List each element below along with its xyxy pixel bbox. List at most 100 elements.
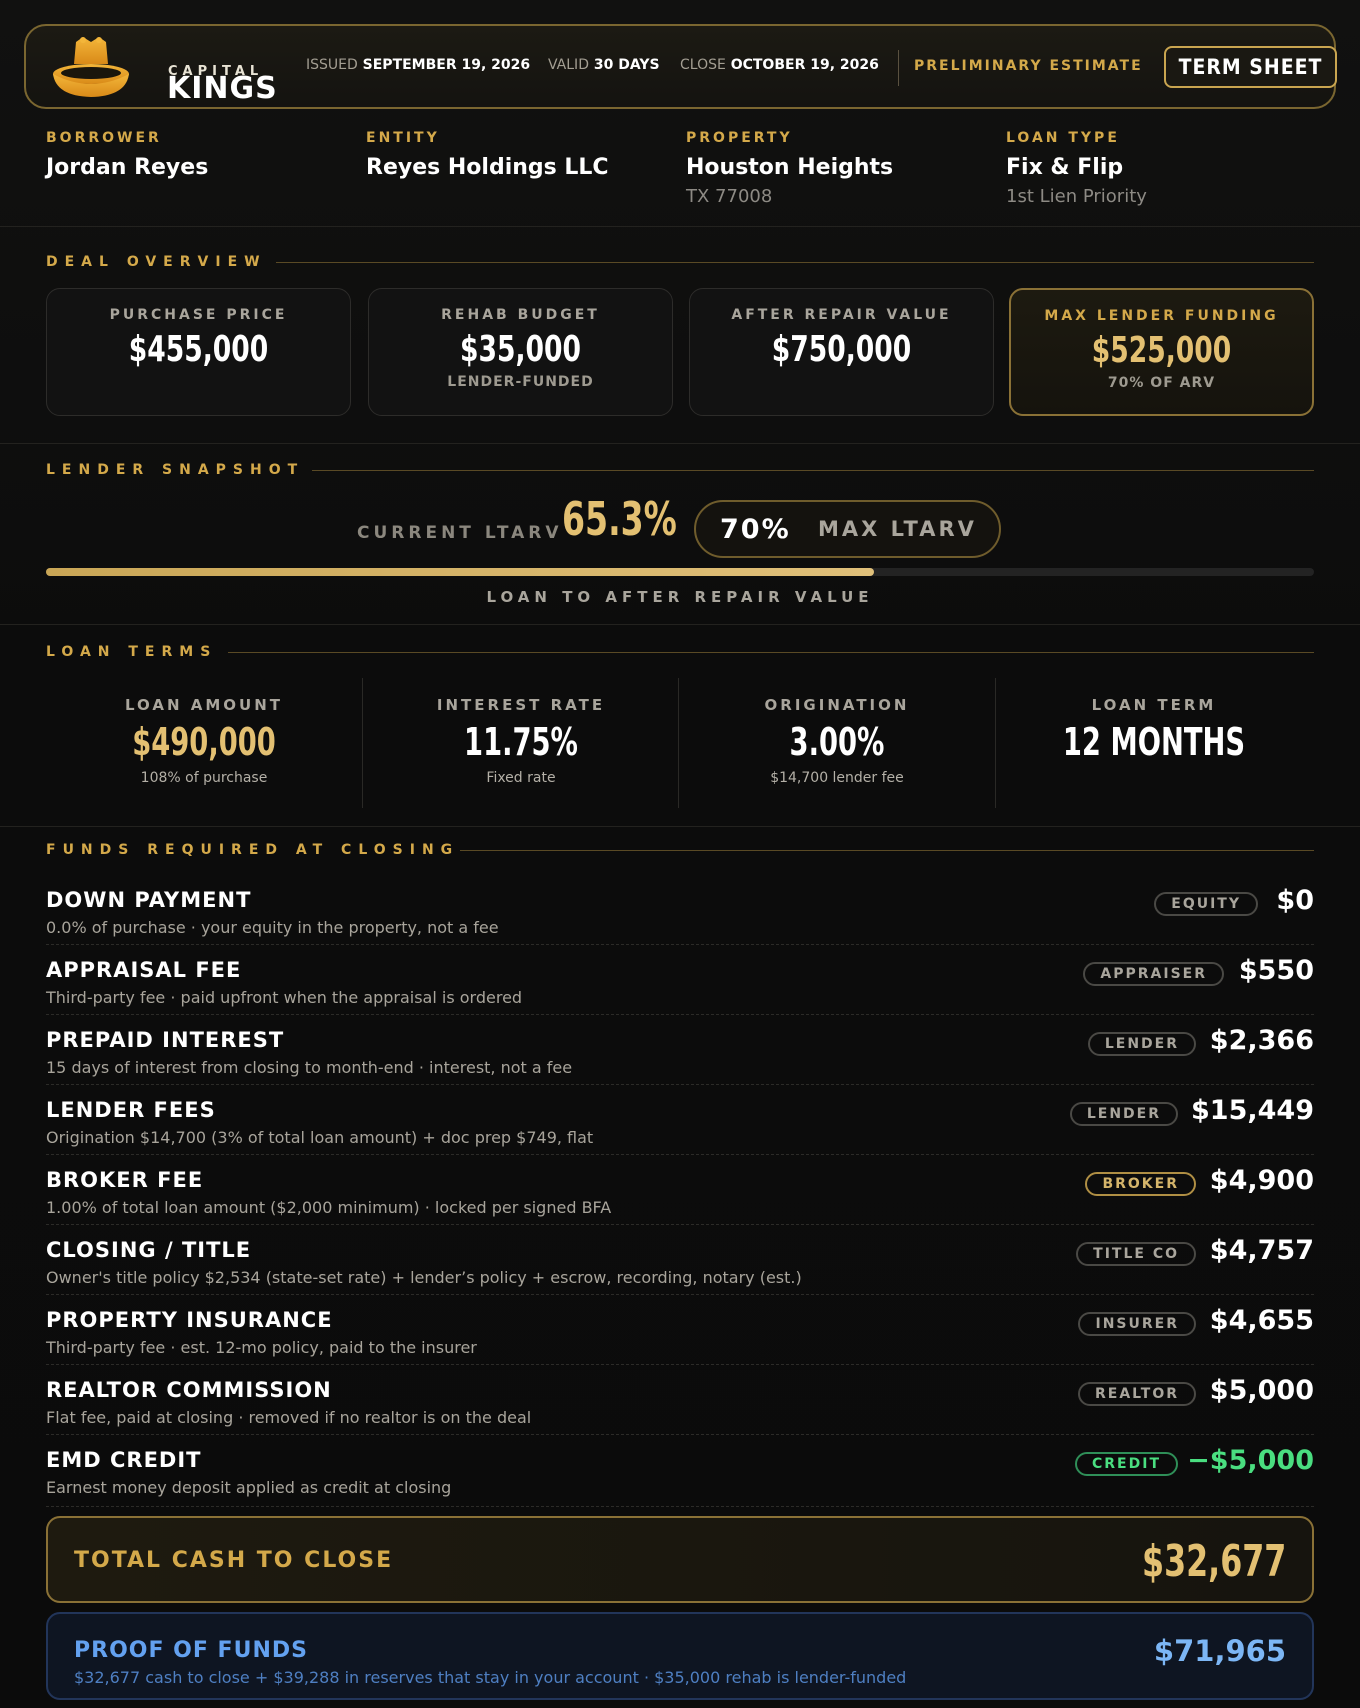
info-sub: TX 77008 — [686, 186, 773, 207]
fund-title: PREPAID INTEREST — [46, 1028, 285, 1052]
ltarv-caption: LOAN TO AFTER REPAIR VALUE — [486, 588, 874, 606]
after-repair-value-card: AFTER REPAIR VALUE $750,000 — [689, 288, 994, 416]
term-label: LOAN AMOUNT — [124, 696, 283, 714]
fund-desc: Earnest money deposit applied as credit … — [46, 1478, 452, 1497]
fund-row-emd-credit: EMD CREDIT Earnest money deposit applied… — [46, 1440, 1314, 1510]
brand-logo[interactable]: CAPITAL KINGS — [50, 36, 280, 104]
section-divider — [0, 826, 1360, 827]
loan-type-info: LOAN TYPE Fix & Flip 1st Lien Priority — [1006, 130, 1147, 207]
row-divider — [46, 1014, 1314, 1015]
info-value: Fix & Flip — [1006, 155, 1124, 180]
valid-period: VALID 30 DAYS — [548, 57, 660, 73]
section-rule — [276, 262, 1314, 263]
fund-tag: CREDIT — [1075, 1452, 1178, 1476]
section-divider — [0, 443, 1360, 444]
fund-amount: $4,900 — [1209, 1165, 1314, 1196]
fund-amount: −$5,000 — [1187, 1445, 1314, 1476]
funds-required-title: FUNDS REQUIRED AT CLOSING — [46, 842, 460, 858]
fund-title: BROKER FEE — [46, 1168, 204, 1192]
proof-of-funds: PROOF OF FUNDS $32,677 cash to close + $… — [46, 1612, 1314, 1700]
brand-name-bottom: KINGS — [167, 71, 278, 106]
row-divider — [46, 1294, 1314, 1295]
fund-row-appraisal-fee: APPRAISAL FEE Third-party fee · paid upf… — [46, 950, 1314, 1020]
close-value: OCTOBER 19, 2026 — [730, 57, 879, 73]
term-label: INTEREST RATE — [436, 696, 606, 714]
card-label: MAX LENDER FUNDING — [1044, 308, 1279, 324]
row-divider — [46, 1434, 1314, 1435]
term-value: 11.75% — [464, 720, 578, 764]
interest-rate-term: INTEREST RATE 11.75% Fixed rate — [363, 678, 679, 808]
property-info: PROPERTY Houston Heights TX 77008 — [686, 130, 893, 207]
issued-label: ISSUED — [306, 57, 358, 73]
card-value: $35,000 — [460, 329, 581, 370]
info-value: Houston Heights — [686, 155, 894, 180]
max-ltarv-value: 70% — [720, 514, 791, 545]
fund-row-down-payment: DOWN PAYMENT 0.0% of purchase · your equ… — [46, 880, 1314, 950]
info-value: Jordan Reyes — [46, 155, 209, 180]
term-sheet-button[interactable]: TERM SHEET — [1164, 46, 1337, 88]
proof-of-funds-label: PROOF OF FUNDS — [74, 1638, 308, 1663]
fund-desc: Flat fee, paid at closing · removed if n… — [46, 1408, 532, 1427]
card-label: PURCHASE PRICE — [109, 307, 288, 323]
fund-amount: $15,449 — [1191, 1095, 1314, 1126]
loan-term-term: LOAN TERM 12 MONTHS — [996, 678, 1312, 808]
ltarv-progress-fill — [46, 568, 874, 576]
purchase-price-card: PURCHASE PRICE $455,000 — [46, 288, 351, 416]
fund-row-property-insurance: PROPERTY INSURANCE Third-party fee · est… — [46, 1300, 1314, 1370]
fund-row-lender-fees: LENDER FEES Origination $14,700 (3% of t… — [46, 1090, 1314, 1160]
fund-desc: Third-party fee · paid upfront when the … — [46, 988, 523, 1007]
card-sub: LENDER-FUNDED — [447, 374, 594, 390]
fund-tag: APPRAISER — [1083, 962, 1224, 986]
info-label: ENTITY — [366, 130, 440, 146]
fund-row-broker-fee: BROKER FEE 1.00% of total loan amount ($… — [46, 1160, 1314, 1230]
fund-amount: $4,757 — [1209, 1235, 1314, 1266]
info-value: Reyes Holdings LLC — [366, 155, 609, 180]
fund-amount: $4,655 — [1209, 1305, 1314, 1336]
fund-row-closing-title: CLOSING / TITLE Owner's title policy $2,… — [46, 1230, 1314, 1300]
status-label: PRELIMINARY ESTIMATE — [914, 58, 1143, 74]
fund-title: CLOSING / TITLE — [46, 1238, 252, 1262]
fund-title: PROPERTY INSURANCE — [46, 1308, 333, 1332]
valid-label: VALID — [548, 57, 589, 73]
fund-desc: Third-party fee · est. 12-mo policy, pai… — [46, 1338, 477, 1357]
lender-snapshot-title: LENDER SNAPSHOT — [46, 462, 305, 478]
total-amount: $32,677 — [1141, 1536, 1286, 1587]
term-sub: Fixed rate — [486, 770, 556, 786]
term-value: $490,000 — [132, 720, 276, 764]
origination-term: ORIGINATION 3.00% $14,700 lender fee — [679, 678, 995, 808]
loan-terms-title: LOAN TERMS — [46, 644, 218, 660]
card-sub: 70% OF ARV — [1107, 375, 1216, 391]
fund-tag: BROKER — [1085, 1172, 1196, 1196]
fund-row-prepaid-interest: PREPAID INTEREST 15 days of interest fro… — [46, 1020, 1314, 1090]
max-ltarv-pill: 70% MAX LTARV — [694, 500, 1001, 558]
current-ltarv-label: CURRENT LTARV — [357, 523, 563, 543]
rehab-budget-card: REHAB BUDGET $35,000 LENDER-FUNDED — [368, 288, 673, 416]
fund-row-realtor-commission: REALTOR COMMISSION Flat fee, paid at clo… — [46, 1370, 1314, 1440]
fund-tag: TITLE CO — [1076, 1242, 1196, 1266]
section-rule — [228, 652, 1314, 653]
fund-amount: $2,366 — [1209, 1025, 1314, 1056]
fund-amount: $550 — [1238, 955, 1314, 986]
row-divider — [46, 1506, 1314, 1507]
proof-of-funds-amount: $71,965 — [1153, 1634, 1286, 1668]
max-ltarv-label: MAX LTARV — [818, 517, 977, 541]
section-rule — [312, 470, 1314, 471]
fund-amount: $5,000 — [1209, 1375, 1314, 1406]
proof-of-funds-desc: $32,677 cash to close + $39,288 in reser… — [74, 1668, 907, 1687]
fund-desc: 1.00% of total loan amount ($2,000 minim… — [46, 1198, 612, 1217]
fund-desc: Owner's title policy $2,534 (state-set r… — [46, 1268, 802, 1287]
info-sub: 1st Lien Priority — [1006, 186, 1147, 207]
header-bar: CAPITAL KINGS ISSUED SEPTEMBER 19, 2026 … — [24, 24, 1337, 109]
fund-title: REALTOR COMMISSION — [46, 1378, 332, 1402]
term-sheet-page: CAPITAL KINGS ISSUED SEPTEMBER 19, 2026 … — [0, 0, 1360, 1708]
header-divider — [898, 50, 899, 86]
crown-icon — [53, 37, 129, 97]
total-cash-to-close: TOTAL CASH TO CLOSE $32,677 — [46, 1516, 1314, 1603]
fund-tag: LENDER — [1087, 1032, 1196, 1056]
entity-info: ENTITY Reyes Holdings LLC — [366, 130, 609, 180]
term-value: 3.00% — [789, 720, 885, 764]
fund-title: APPRAISAL FEE — [46, 958, 242, 982]
card-value: $750,000 — [771, 329, 912, 370]
card-value: $455,000 — [128, 329, 269, 370]
section-rule — [460, 850, 1314, 851]
